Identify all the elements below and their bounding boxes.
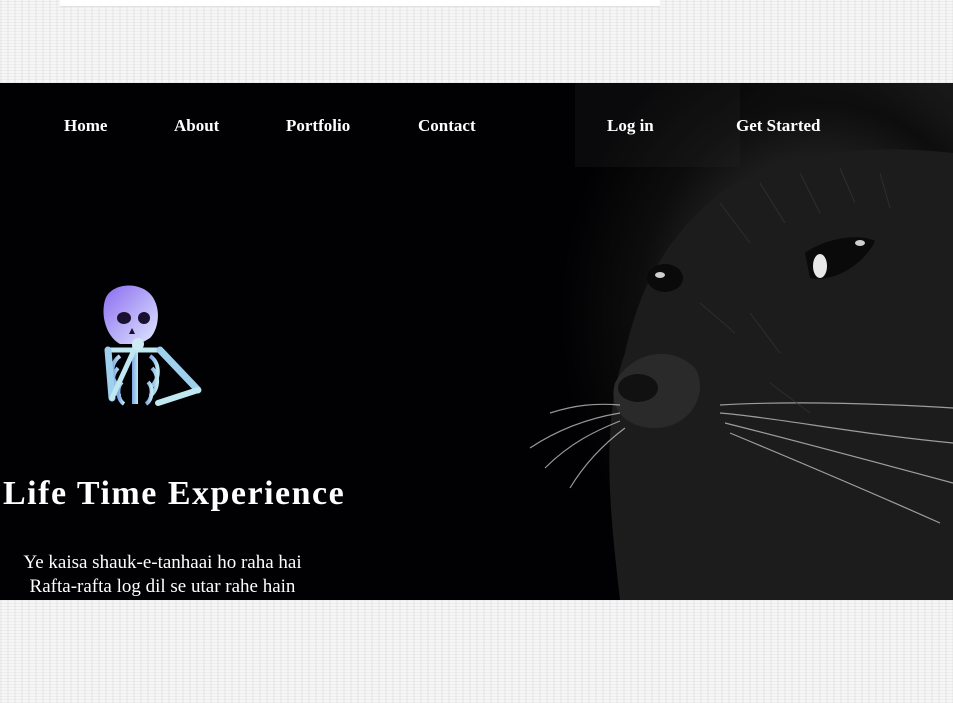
login-link[interactable]: Log in	[607, 116, 654, 136]
get-started-button[interactable]: Get Started	[736, 116, 821, 136]
nav-link-contact[interactable]: Contact	[418, 116, 476, 136]
thinking-skeleton-icon	[80, 278, 240, 433]
nav-link-portfolio[interactable]: Portfolio	[286, 116, 350, 136]
top-texture-strip	[0, 0, 953, 83]
browser-bar-fragment	[60, 0, 660, 7]
poem-line-1: Ye kaisa shauk-e-tanhaai ho raha hai	[23, 552, 302, 573]
nav-highlight-area	[575, 83, 740, 167]
bottom-texture-strip	[0, 600, 953, 703]
hero-poem: Ye kaisa shauk-e-tanhaai ho raha hai Raf…	[0, 551, 325, 599]
nav-link-home[interactable]: Home	[64, 116, 107, 136]
poem-line-2: Rafta-rafta log dil se utar rahe hain	[29, 576, 296, 597]
main-navigation: Home About Portfolio Contact Log in Get …	[0, 83, 953, 167]
hero-section: Home About Portfolio Contact Log in Get …	[0, 83, 953, 600]
hero-title: Life Time Experience	[3, 475, 346, 512]
nav-link-about[interactable]: About	[174, 116, 219, 136]
